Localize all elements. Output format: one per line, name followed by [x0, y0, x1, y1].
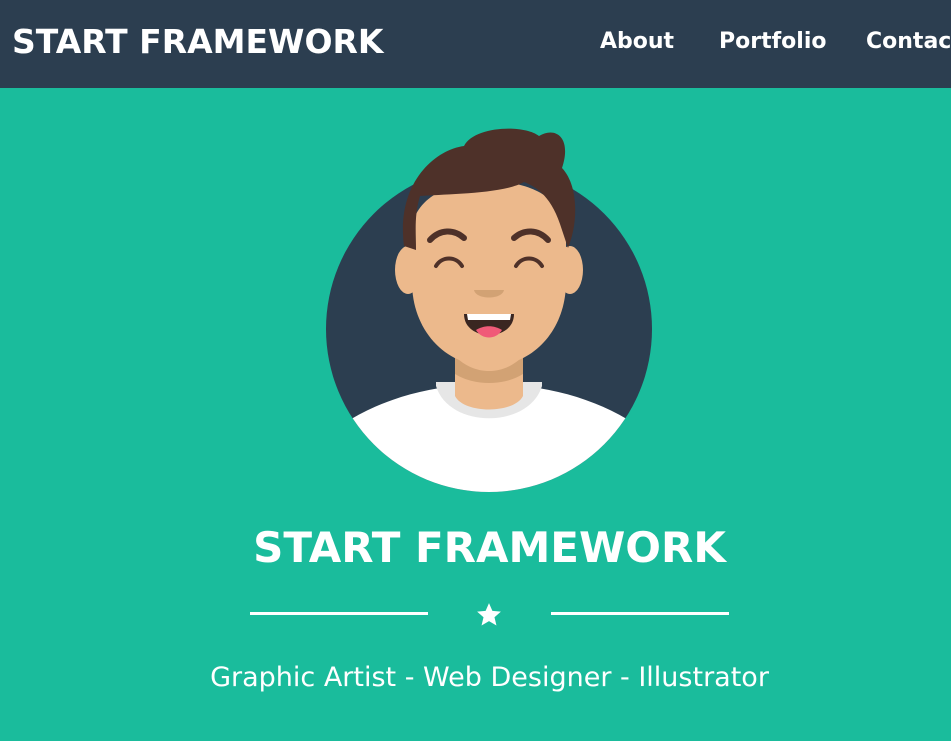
- nav-link-about[interactable]: About: [600, 27, 674, 57]
- star-divider: [250, 598, 729, 632]
- avatar-illustration: [326, 128, 652, 492]
- head: [412, 181, 566, 366]
- nav-link-portfolio[interactable]: Portfolio: [719, 27, 827, 57]
- navbar: START FRAMEWORK About Portfolio Contact: [0, 0, 951, 88]
- divider-line-right: [551, 612, 729, 615]
- divider-line-left: [250, 612, 428, 615]
- brand-link[interactable]: START FRAMEWORK: [12, 20, 384, 64]
- hero-tagline: Graphic Artist - Web Designer - Illustra…: [210, 662, 769, 693]
- teeth: [467, 314, 511, 320]
- star-icon: [477, 603, 501, 626]
- nav-link-contact[interactable]: Contact: [866, 27, 951, 57]
- hero-title: START FRAMEWORK: [253, 523, 726, 572]
